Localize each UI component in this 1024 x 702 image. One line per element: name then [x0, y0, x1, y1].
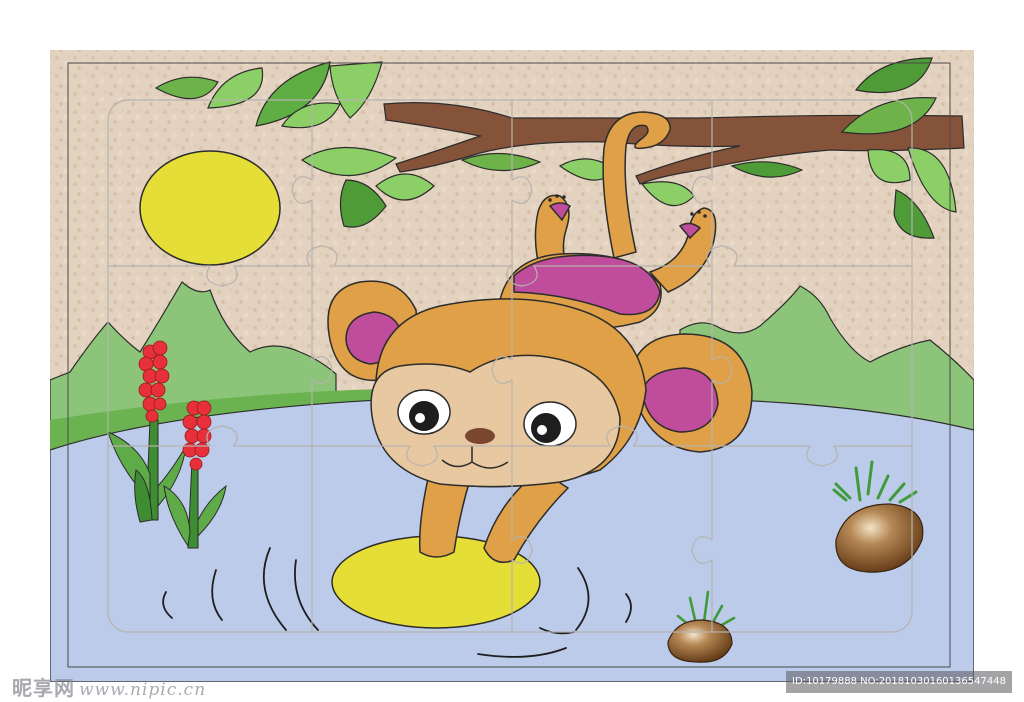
watermark-url: www.nipic.cn [79, 680, 207, 700]
sun-icon [139, 150, 281, 266]
puzzle-illustration [50, 50, 974, 682]
watermark-brand-text: 昵享网 [12, 676, 75, 700]
watermark-brand: 昵享网 www.nipic.cn [12, 672, 206, 701]
board [50, 50, 974, 682]
watermark-id: ID:10179888 NO:20181030160136547448 [786, 671, 1012, 693]
